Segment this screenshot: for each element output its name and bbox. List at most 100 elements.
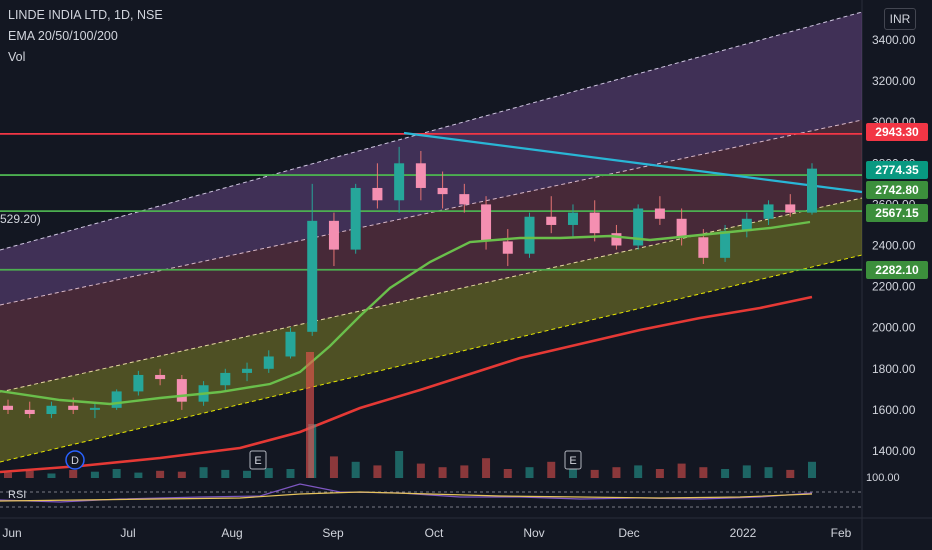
x-tick-label: 2022 xyxy=(730,526,757,540)
candle-body xyxy=(285,331,296,357)
ema-value-readout: 529.20) xyxy=(0,212,41,226)
volume-bar xyxy=(395,451,404,478)
candle-body xyxy=(328,220,339,250)
volume-bar xyxy=(721,469,730,478)
volume-bar xyxy=(742,465,751,478)
y-tick-label: 2000.00 xyxy=(872,321,916,335)
x-tick-label: Jun xyxy=(2,526,21,540)
rsi-value: 100.00 xyxy=(866,472,900,484)
chart-root: D E E 1400.00 1600.00 1800.00 2000.00 2200.00 24… xyxy=(0,0,932,550)
candle-body xyxy=(3,405,13,410)
volume-bar xyxy=(47,473,56,478)
candle-body xyxy=(502,241,513,254)
volume-bar xyxy=(4,472,12,478)
y-tick-label: 1400.00 xyxy=(872,444,916,458)
volume-bar xyxy=(112,469,121,478)
candle-body xyxy=(46,405,57,415)
volume-bar xyxy=(503,469,512,478)
volume-bar xyxy=(677,463,686,478)
volume-bar xyxy=(764,467,773,478)
volume-bar-spike xyxy=(306,352,314,478)
volume-bar xyxy=(351,461,360,478)
candle-body xyxy=(459,194,470,205)
event-marker-label: E xyxy=(254,455,261,467)
price-tag-level-2282: 2282.10 xyxy=(866,261,928,279)
x-tick-label: Nov xyxy=(523,526,544,540)
currency-button[interactable]: INR xyxy=(884,8,916,30)
indicator-legend[interactable]: EMA 20/50/100/200 xyxy=(8,29,118,43)
candle-body xyxy=(546,216,557,225)
candle-body xyxy=(611,233,622,246)
y-tick-label: 3200.00 xyxy=(872,74,916,88)
volume-bar xyxy=(69,469,78,478)
y-tick-label: 1600.00 xyxy=(872,403,916,417)
y-tick-label: 2200.00 xyxy=(872,280,916,294)
candle-body xyxy=(394,163,405,201)
volume-bar xyxy=(25,470,34,478)
event-marker-label: E xyxy=(569,455,576,467)
symbol-title[interactable]: LINDE INDIA LTD, 1D, NSE xyxy=(8,8,163,22)
volume-bar xyxy=(460,465,469,478)
x-tick-label: Feb xyxy=(831,526,852,540)
volume-bar xyxy=(373,465,382,478)
volume-bar xyxy=(699,467,708,478)
volume-bar xyxy=(90,471,99,478)
volume-bar xyxy=(329,456,338,478)
rsi-ma-line xyxy=(0,491,813,502)
y-tick-label: 1800.00 xyxy=(872,362,916,376)
volume-bar xyxy=(286,469,295,478)
volume-bar xyxy=(612,467,621,478)
price-tag-last: 2774.35 xyxy=(866,161,928,179)
event-marker-label: D xyxy=(71,455,79,467)
candle-body xyxy=(372,187,383,201)
candle-body xyxy=(133,374,144,392)
candle-body xyxy=(68,405,79,410)
candle-body xyxy=(807,168,817,213)
price-chart[interactable]: D E E 1400.00 1600.00 1800.00 2000.00 2200.00 24… xyxy=(0,0,932,550)
candle-body xyxy=(763,204,774,219)
candle-body xyxy=(176,379,187,402)
x-tick-label: Jul xyxy=(120,526,135,540)
volume-bar xyxy=(156,470,165,478)
y-tick-label: 2400.00 xyxy=(872,239,916,253)
volume-bar xyxy=(568,469,577,478)
volume-bar xyxy=(438,467,447,478)
volume-bar xyxy=(590,469,599,478)
price-tag-level-2742: 2742.80 xyxy=(866,181,928,199)
candle-body xyxy=(524,216,535,254)
volume-bar xyxy=(482,458,491,478)
volume-bar xyxy=(786,469,795,478)
volume-bar xyxy=(547,461,556,478)
y-tick-label: 3400.00 xyxy=(872,33,916,47)
volume-bar xyxy=(264,468,273,478)
candle-body xyxy=(676,218,687,238)
candle-body xyxy=(481,204,492,242)
rsi-label[interactable]: RSI xyxy=(8,489,26,501)
volume-bar xyxy=(525,467,534,478)
volume-bar xyxy=(243,470,252,478)
x-tick-label: Sep xyxy=(322,526,344,540)
candle-body xyxy=(220,372,231,386)
volume-bar xyxy=(808,461,816,478)
candle-body xyxy=(567,212,578,225)
volume-bar xyxy=(655,469,664,478)
volume-legend[interactable]: Vol xyxy=(8,50,25,64)
candle-body xyxy=(654,208,665,219)
candle-body xyxy=(307,220,318,332)
candle-body xyxy=(242,368,253,373)
candle-body xyxy=(720,231,731,258)
candle-body xyxy=(437,187,448,195)
x-tick-label: Oct xyxy=(425,526,444,540)
x-tick-label: Dec xyxy=(618,526,639,540)
price-tag-level-2567: 2567.15 xyxy=(866,204,928,222)
candle-body xyxy=(111,391,122,408)
volume-bar xyxy=(199,467,208,478)
candle-body xyxy=(350,187,361,250)
volume-bar xyxy=(177,471,186,478)
volume-bar xyxy=(134,472,143,478)
candle-body xyxy=(785,204,796,213)
volume-bar xyxy=(634,465,643,478)
x-tick-label: Aug xyxy=(221,526,242,540)
candle-body xyxy=(263,356,274,369)
candle-body xyxy=(89,407,100,410)
